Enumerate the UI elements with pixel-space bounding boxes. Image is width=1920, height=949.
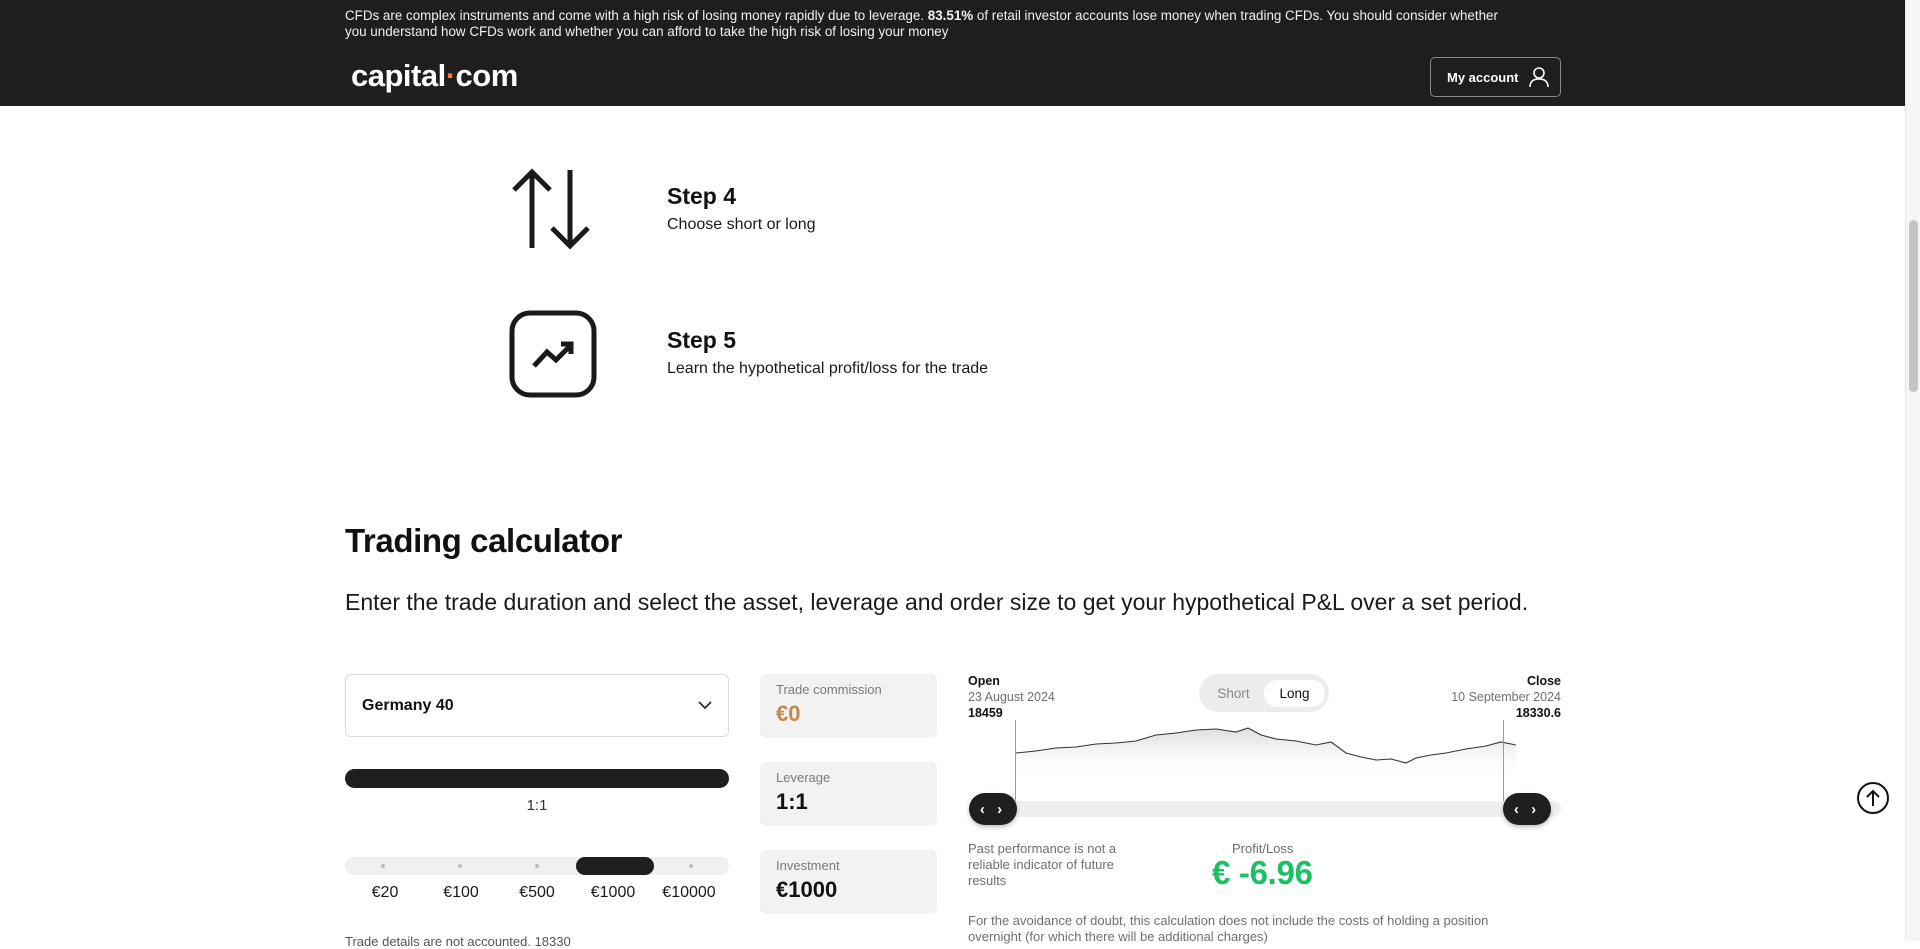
my-account-button[interactable]: My account: [1430, 57, 1561, 97]
toggle-short[interactable]: Short: [1203, 680, 1264, 707]
date-range-track[interactable]: [969, 801, 1561, 817]
top-bar: CFDs are complex instruments and come wi…: [0, 0, 1920, 106]
direction-toggle[interactable]: Short Long: [1199, 674, 1329, 712]
investment-label: Investment: [776, 858, 840, 873]
order-size-thumb[interactable]: [576, 857, 654, 875]
order-size-slider[interactable]: [345, 857, 729, 875]
size-option[interactable]: €100: [423, 884, 499, 902]
commission-value: €0: [776, 701, 801, 726]
leverage-box: Leverage 1:1: [760, 762, 937, 826]
close-marker-line: [1503, 720, 1504, 805]
close-date-handle[interactable]: ‹ ›: [1503, 793, 1551, 825]
investment-value: €1000: [776, 877, 838, 902]
step-5-desc: Learn the hypothetical profit/loss for t…: [667, 360, 989, 377]
step-4-title: Step 4: [667, 183, 737, 209]
size-tick: [381, 864, 385, 868]
calculator-title: Trading calculator: [345, 522, 623, 559]
toggle-long[interactable]: Long: [1264, 679, 1325, 707]
user-icon: [1528, 67, 1549, 88]
step-5-title: Step 5: [667, 327, 737, 353]
past-performance-note: Past performance is not a reliable indic…: [968, 841, 1117, 888]
investment-box: Investment €1000: [760, 850, 937, 914]
close-info: Close 10 September 2024 18330.6: [1380, 673, 1561, 721]
open-date-handle[interactable]: ‹ ›: [969, 793, 1017, 825]
trend-up-icon: [509, 310, 597, 398]
scrollbar-thumb[interactable]: [1909, 220, 1918, 392]
leverage-box-value: 1:1: [776, 789, 808, 814]
calculator-description: Enter the trade duration and select the …: [345, 589, 1529, 615]
page-scrollbar[interactable]: [1905, 0, 1920, 941]
open-label: Open: [968, 674, 1000, 688]
close-value: 18330.6: [1515, 706, 1561, 720]
arrow-up-icon: [1866, 789, 1880, 806]
chevron-down-icon: [698, 701, 712, 710]
open-info: Open 23 August 2024 18459: [968, 673, 1055, 721]
order-size-labels: €20 €100 €500 €1000 €10000: [345, 884, 729, 902]
leverage-slider-label: 1:1: [526, 797, 548, 814]
arrows-up-down-icon: [512, 168, 590, 250]
step-4-desc: Choose short or long: [667, 216, 816, 233]
my-account-label: My account: [1447, 69, 1519, 85]
commission-box: Trade commission €0: [760, 674, 937, 738]
asset-select-value: Germany 40: [362, 696, 454, 714]
size-option[interactable]: €1000: [575, 884, 651, 902]
trade-details-note: Trade details are not accounted. 18330: [345, 934, 571, 949]
leverage-slider[interactable]: [345, 769, 729, 788]
size-option[interactable]: €10000: [651, 884, 727, 902]
open-date: 23 August 2024: [968, 690, 1055, 704]
size-tick: [535, 864, 539, 868]
size-option[interactable]: €500: [499, 884, 575, 902]
close-label: Close: [1526, 674, 1561, 688]
close-date: 10 September 2024: [1451, 690, 1561, 704]
size-tick: [689, 864, 693, 868]
size-option[interactable]: €20: [347, 884, 423, 902]
open-marker-line: [1015, 720, 1016, 805]
costs-disclaimer: For the avoidance of doubt, this calcula…: [968, 913, 1489, 944]
open-value: 18459: [968, 706, 1003, 720]
asset-select[interactable]: Germany 40: [345, 674, 729, 737]
commission-label: Trade commission: [776, 682, 882, 697]
leverage-box-label: Leverage: [776, 770, 831, 785]
capital-logo[interactable]: capital·com: [351, 58, 518, 94]
risk-warning: CFDs are complex instruments and come wi…: [345, 8, 1498, 39]
size-tick: [458, 864, 462, 868]
profit-loss-value: € -6.96: [1212, 854, 1313, 891]
price-chart: [1016, 727, 1516, 780]
scroll-to-top-button[interactable]: [1857, 782, 1889, 814]
